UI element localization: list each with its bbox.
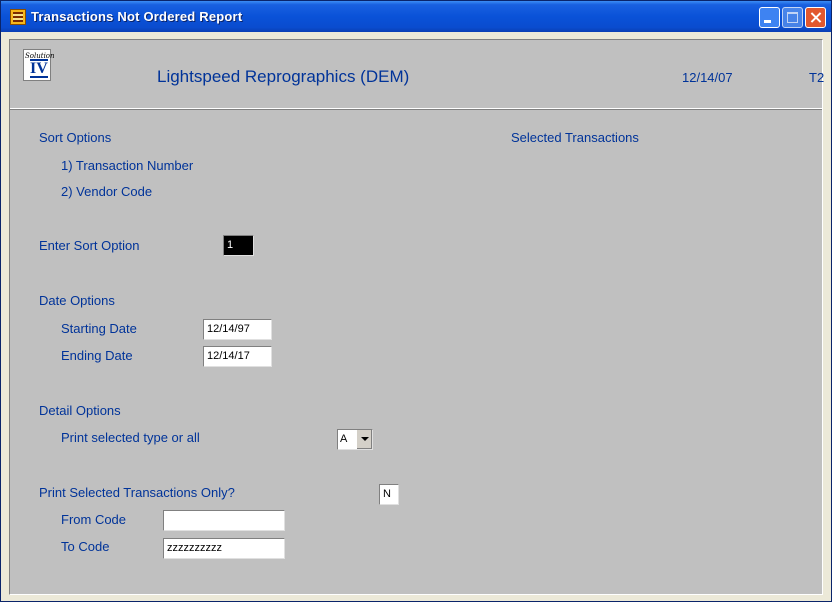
- report-window: Transactions Not Ordered Report Solution…: [0, 0, 832, 602]
- ending-date-input[interactable]: 12/14/17: [203, 346, 272, 367]
- terminal-id: T2: [809, 70, 825, 85]
- close-button[interactable]: [805, 7, 826, 28]
- detail-options-heading: Detail Options: [39, 403, 121, 418]
- enter-sort-option-label: Enter Sort Option: [39, 238, 140, 253]
- form-panel: Solution IV Lightspeed Reprographics (DE…: [9, 39, 825, 595]
- ending-date-label: Ending Date: [61, 348, 133, 363]
- to-code-input[interactable]: zzzzzzzzzz: [163, 538, 285, 559]
- title-bar[interactable]: Transactions Not Ordered Report: [1, 1, 831, 32]
- selected-transactions-heading: Selected Transactions: [511, 130, 639, 145]
- print-selected-only-label: Print Selected Transactions Only?: [39, 485, 235, 500]
- logo-numeral: IV: [30, 59, 48, 78]
- sort-options-heading: Sort Options: [39, 130, 112, 145]
- maximize-button: [782, 7, 803, 28]
- sort-option-input[interactable]: 1: [223, 235, 254, 256]
- company-header: Solution IV Lightspeed Reprographics (DE…: [10, 40, 825, 109]
- print-type-select[interactable]: A: [337, 429, 373, 450]
- starting-date-input[interactable]: 12/14/97: [203, 319, 272, 340]
- chevron-down-icon[interactable]: [356, 430, 372, 449]
- solution-iv-logo: Solution IV: [23, 49, 55, 81]
- header-date: 12/14/07: [682, 70, 733, 85]
- from-code-input[interactable]: [163, 510, 285, 531]
- to-code-label: To Code: [61, 539, 110, 554]
- print-type-label: Print selected type or all: [61, 430, 200, 445]
- date-options-heading: Date Options: [39, 293, 115, 308]
- company-name: Lightspeed Reprographics (DEM): [157, 67, 410, 86]
- window-title: Transactions Not Ordered Report: [31, 9, 243, 24]
- sort-option-2: 2) Vendor Code: [61, 184, 153, 199]
- starting-date-label: Starting Date: [61, 321, 137, 336]
- app-icon[interactable]: [10, 9, 26, 25]
- minimize-button[interactable]: [759, 7, 780, 28]
- print-selected-only-input[interactable]: N: [379, 484, 399, 505]
- from-code-label: From Code: [61, 512, 127, 527]
- print-type-value: A: [340, 433, 348, 445]
- sort-option-1: 1) Transaction Number: [61, 158, 194, 173]
